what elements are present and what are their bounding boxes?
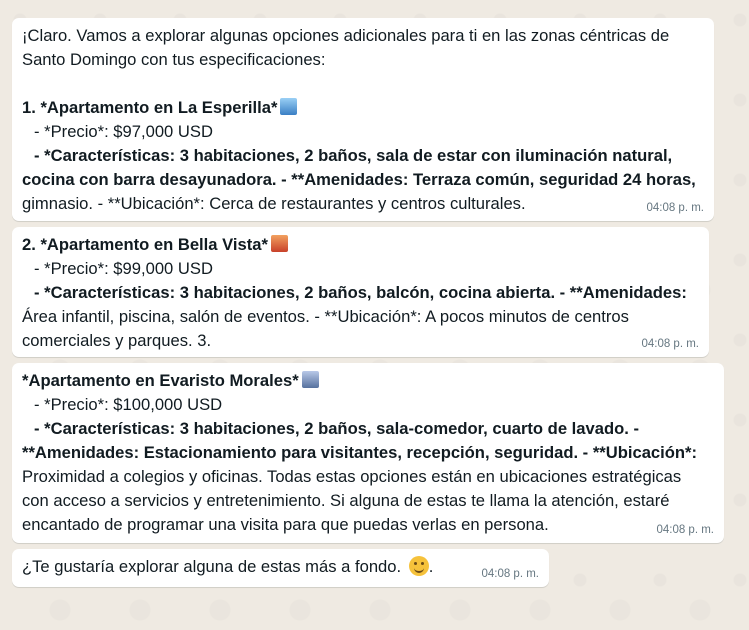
smiling-face-icon (408, 556, 429, 576)
message-bubble[interactable]: *Apartamento en Evaristo Morales* - *Pre… (12, 363, 724, 543)
cityscape-icon (301, 371, 319, 388)
message-text: 2. *Apartamento en Bella Vista* (22, 233, 699, 257)
sunset-city-icon (270, 235, 288, 252)
message-timestamp: 04:08 p. m. (646, 202, 704, 214)
message-text: - *Precio*: $99,000 USD (34, 259, 213, 278)
message-text: Proximidad a colegios y oficinas. Todas … (22, 467, 682, 486)
message-timestamp: 04:08 p. m. (641, 338, 699, 350)
message-text: 1. *Apartamento en La Esperilla* (22, 96, 704, 120)
message-text: - *Características: 3 habitaciones, 2 ba… (34, 419, 639, 438)
message-text: ¿Te gustaría explorar alguna de estas má… (22, 556, 434, 576)
chat-message-list[interactable]: ¡Claro. Vamos a explorar algunas opcione… (0, 0, 749, 630)
message-text: gimnasio. - **Ubicación*: Cerca de resta… (22, 194, 526, 213)
message-bubble[interactable]: ¡Claro. Vamos a explorar algunas opcione… (12, 18, 714, 221)
message-timestamp: 04:08 p. m. (656, 524, 714, 536)
message-text: - *Características: 3 habitaciones, 2 ba… (34, 283, 687, 302)
message-text: - *Características: 3 habitaciones, 2 ba… (34, 146, 673, 165)
message-text: ¡Claro. Vamos a explorar algunas opcione… (22, 26, 670, 45)
message-text: - *Precio*: $97,000 USD (34, 122, 213, 141)
message-text: comerciales y parques. 3. (22, 331, 212, 350)
message-text: *Apartamento en Evaristo Morales* (22, 369, 714, 393)
message-text: Santo Domingo con tus especificaciones: (22, 50, 326, 69)
message-text: - *Precio*: $100,000 USD (34, 395, 223, 414)
message-bubble[interactable]: ¿Te gustaría explorar alguna de estas má… (12, 549, 549, 587)
message-text: con acceso a servicios y entretenimiento… (22, 491, 670, 510)
message-text: Área infantil, piscina, salón de eventos… (22, 307, 629, 326)
message-text: **Amenidades: Estacionamiento para visit… (22, 443, 698, 462)
message-timestamp: 04:08 p. m. (481, 568, 539, 580)
message-text: cocina con barra desayunadora. - **Ameni… (22, 170, 696, 189)
message-bubble[interactable]: 2. *Apartamento en Bella Vista* - *Preci… (12, 227, 709, 357)
message-text: encantado de programar una visita para q… (22, 515, 549, 534)
building-icon (280, 98, 298, 115)
